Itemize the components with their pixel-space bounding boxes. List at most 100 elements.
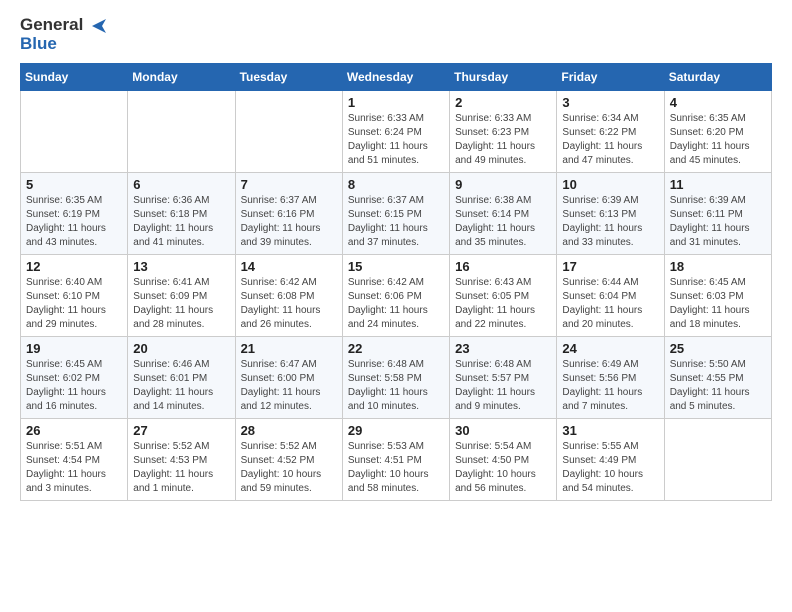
day-number: 10 xyxy=(562,177,658,192)
day-number: 13 xyxy=(133,259,229,274)
day-cell: 13Sunrise: 6:41 AM Sunset: 6:09 PM Dayli… xyxy=(128,255,235,337)
day-info: Sunrise: 5:51 AM Sunset: 4:54 PM Dayligh… xyxy=(26,440,122,496)
day-cell xyxy=(21,91,128,173)
day-number: 20 xyxy=(133,341,229,356)
day-cell: 2 Sunrise: 6:33 AM Sunset: 6:23 PM Daylig… xyxy=(450,91,557,173)
page-header: General Blue xyxy=(20,16,772,53)
day-info: Sunrise: 6:42 AM Sunset: 6:08 PM Dayligh… xyxy=(241,276,337,332)
week-row-4: 19 Sunrise: 6:45 AM Sunset: 6:02 PM Dayli… xyxy=(21,337,772,419)
day-number: 24 xyxy=(562,341,658,356)
day-number: 28 xyxy=(241,423,337,438)
day-cell xyxy=(128,91,235,173)
day-info: Sunrise: 6:47 AM Sunset: 6:00 PM Dayligh… xyxy=(241,358,337,414)
day-info: Sunrise: 6:35 AM Sunset: 6:19 PM Dayligh… xyxy=(26,194,122,250)
day-number: 5 xyxy=(26,177,122,192)
day-number: 15 xyxy=(348,259,444,274)
day-number: 11 xyxy=(670,177,766,192)
day-number: 1 xyxy=(348,95,444,110)
day-cell: 11 Sunrise: 6:39 AM Sunset: 6:11 PM Dayli… xyxy=(664,173,771,255)
calendar-header: SundayMondayTuesdayWednesdayThursdayFrid… xyxy=(21,64,772,91)
day-cell: 23 Sunrise: 6:48 AM Sunset: 5:57 PM Dayli… xyxy=(450,337,557,419)
day-cell: 31 Sunrise: 5:55 AM Sunset: 4:49 PM Dayli… xyxy=(557,419,664,501)
day-number: 9 xyxy=(455,177,551,192)
day-cell: 17 Sunrise: 6:44 AM Sunset: 6:04 PM Dayli… xyxy=(557,255,664,337)
header-wednesday: Wednesday xyxy=(342,64,449,91)
day-info: Sunrise: 6:42 AM Sunset: 6:06 PM Dayligh… xyxy=(348,276,444,332)
day-info: Sunrise: 5:55 AM Sunset: 4:49 PM Dayligh… xyxy=(562,440,658,496)
logo-arrow-icon xyxy=(90,17,108,35)
day-info: Sunrise: 5:53 AM Sunset: 4:51 PM Dayligh… xyxy=(348,440,444,496)
day-info: Sunrise: 5:52 AM Sunset: 4:53 PM Dayligh… xyxy=(133,440,229,496)
day-cell xyxy=(235,91,342,173)
week-row-1: 1 Sunrise: 6:33 AM Sunset: 6:24 PM Daylig… xyxy=(21,91,772,173)
day-number: 16 xyxy=(455,259,551,274)
day-info: Sunrise: 6:39 AM Sunset: 6:11 PM Dayligh… xyxy=(670,194,766,250)
day-number: 6 xyxy=(133,177,229,192)
logo-blue: Blue xyxy=(20,34,57,53)
logo-text: General Blue xyxy=(20,16,108,53)
day-number: 18 xyxy=(670,259,766,274)
day-number: 2 xyxy=(455,95,551,110)
day-info: Sunrise: 6:43 AM Sunset: 6:05 PM Dayligh… xyxy=(455,276,551,332)
day-cell: 21 Sunrise: 6:47 AM Sunset: 6:00 PM Dayli… xyxy=(235,337,342,419)
day-cell: 1 Sunrise: 6:33 AM Sunset: 6:24 PM Daylig… xyxy=(342,91,449,173)
logo-general: General xyxy=(20,15,83,34)
header-thursday: Thursday xyxy=(450,64,557,91)
day-info: Sunrise: 6:37 AM Sunset: 6:15 PM Dayligh… xyxy=(348,194,444,250)
day-number: 3 xyxy=(562,95,658,110)
day-info: Sunrise: 6:45 AM Sunset: 6:02 PM Dayligh… xyxy=(26,358,122,414)
day-info: Sunrise: 5:50 AM Sunset: 4:55 PM Dayligh… xyxy=(670,358,766,414)
day-info: Sunrise: 6:40 AM Sunset: 6:10 PM Dayligh… xyxy=(26,276,122,332)
day-cell: 30 Sunrise: 5:54 AM Sunset: 4:50 PM Dayli… xyxy=(450,419,557,501)
day-number: 25 xyxy=(670,341,766,356)
day-cell: 5 Sunrise: 6:35 AM Sunset: 6:19 PM Daylig… xyxy=(21,173,128,255)
day-cell: 22Sunrise: 6:48 AM Sunset: 5:58 PM Dayli… xyxy=(342,337,449,419)
day-cell: 28 Sunrise: 5:52 AM Sunset: 4:52 PM Dayli… xyxy=(235,419,342,501)
day-number: 29 xyxy=(348,423,444,438)
day-cell: 29 Sunrise: 5:53 AM Sunset: 4:51 PM Dayli… xyxy=(342,419,449,501)
header-monday: Monday xyxy=(128,64,235,91)
calendar-table: SundayMondayTuesdayWednesdayThursdayFrid… xyxy=(20,63,772,501)
day-cell: 8Sunrise: 6:37 AM Sunset: 6:15 PM Daylig… xyxy=(342,173,449,255)
day-number: 27 xyxy=(133,423,229,438)
day-cell: 16 Sunrise: 6:43 AM Sunset: 6:05 PM Dayli… xyxy=(450,255,557,337)
day-cell: 4Sunrise: 6:35 AM Sunset: 6:20 PM Daylig… xyxy=(664,91,771,173)
day-number: 17 xyxy=(562,259,658,274)
logo: General Blue xyxy=(20,16,108,53)
day-cell: 9Sunrise: 6:38 AM Sunset: 6:14 PM Daylig… xyxy=(450,173,557,255)
day-info: Sunrise: 5:54 AM Sunset: 4:50 PM Dayligh… xyxy=(455,440,551,496)
day-info: Sunrise: 6:37 AM Sunset: 6:16 PM Dayligh… xyxy=(241,194,337,250)
day-info: Sunrise: 6:48 AM Sunset: 5:57 PM Dayligh… xyxy=(455,358,551,414)
day-number: 31 xyxy=(562,423,658,438)
week-row-5: 26Sunrise: 5:51 AM Sunset: 4:54 PM Dayli… xyxy=(21,419,772,501)
week-row-3: 12Sunrise: 6:40 AM Sunset: 6:10 PM Dayli… xyxy=(21,255,772,337)
header-friday: Friday xyxy=(557,64,664,91)
day-info: Sunrise: 6:39 AM Sunset: 6:13 PM Dayligh… xyxy=(562,194,658,250)
day-number: 21 xyxy=(241,341,337,356)
day-number: 7 xyxy=(241,177,337,192)
day-info: Sunrise: 6:45 AM Sunset: 6:03 PM Dayligh… xyxy=(670,276,766,332)
day-info: Sunrise: 5:52 AM Sunset: 4:52 PM Dayligh… xyxy=(241,440,337,496)
day-info: Sunrise: 6:34 AM Sunset: 6:22 PM Dayligh… xyxy=(562,112,658,168)
day-cell: 19 Sunrise: 6:45 AM Sunset: 6:02 PM Dayli… xyxy=(21,337,128,419)
day-info: Sunrise: 6:46 AM Sunset: 6:01 PM Dayligh… xyxy=(133,358,229,414)
day-info: Sunrise: 6:33 AM Sunset: 6:23 PM Dayligh… xyxy=(455,112,551,168)
day-cell: 6Sunrise: 6:36 AM Sunset: 6:18 PM Daylig… xyxy=(128,173,235,255)
day-info: Sunrise: 6:33 AM Sunset: 6:24 PM Dayligh… xyxy=(348,112,444,168)
day-cell: 25 Sunrise: 5:50 AM Sunset: 4:55 PM Dayli… xyxy=(664,337,771,419)
day-info: Sunrise: 6:44 AM Sunset: 6:04 PM Dayligh… xyxy=(562,276,658,332)
day-number: 23 xyxy=(455,341,551,356)
day-info: Sunrise: 6:35 AM Sunset: 6:20 PM Dayligh… xyxy=(670,112,766,168)
day-cell: 20 Sunrise: 6:46 AM Sunset: 6:01 PM Dayli… xyxy=(128,337,235,419)
day-number: 30 xyxy=(455,423,551,438)
header-saturday: Saturday xyxy=(664,64,771,91)
day-number: 19 xyxy=(26,341,122,356)
day-cell: 27 Sunrise: 5:52 AM Sunset: 4:53 PM Dayli… xyxy=(128,419,235,501)
day-info: Sunrise: 6:48 AM Sunset: 5:58 PM Dayligh… xyxy=(348,358,444,414)
day-cell: 15 Sunrise: 6:42 AM Sunset: 6:06 PM Dayli… xyxy=(342,255,449,337)
week-row-2: 5 Sunrise: 6:35 AM Sunset: 6:19 PM Daylig… xyxy=(21,173,772,255)
header-sunday: Sunday xyxy=(21,64,128,91)
day-cell xyxy=(664,419,771,501)
day-cell: 12Sunrise: 6:40 AM Sunset: 6:10 PM Dayli… xyxy=(21,255,128,337)
day-cell: 14Sunrise: 6:42 AM Sunset: 6:08 PM Dayli… xyxy=(235,255,342,337)
